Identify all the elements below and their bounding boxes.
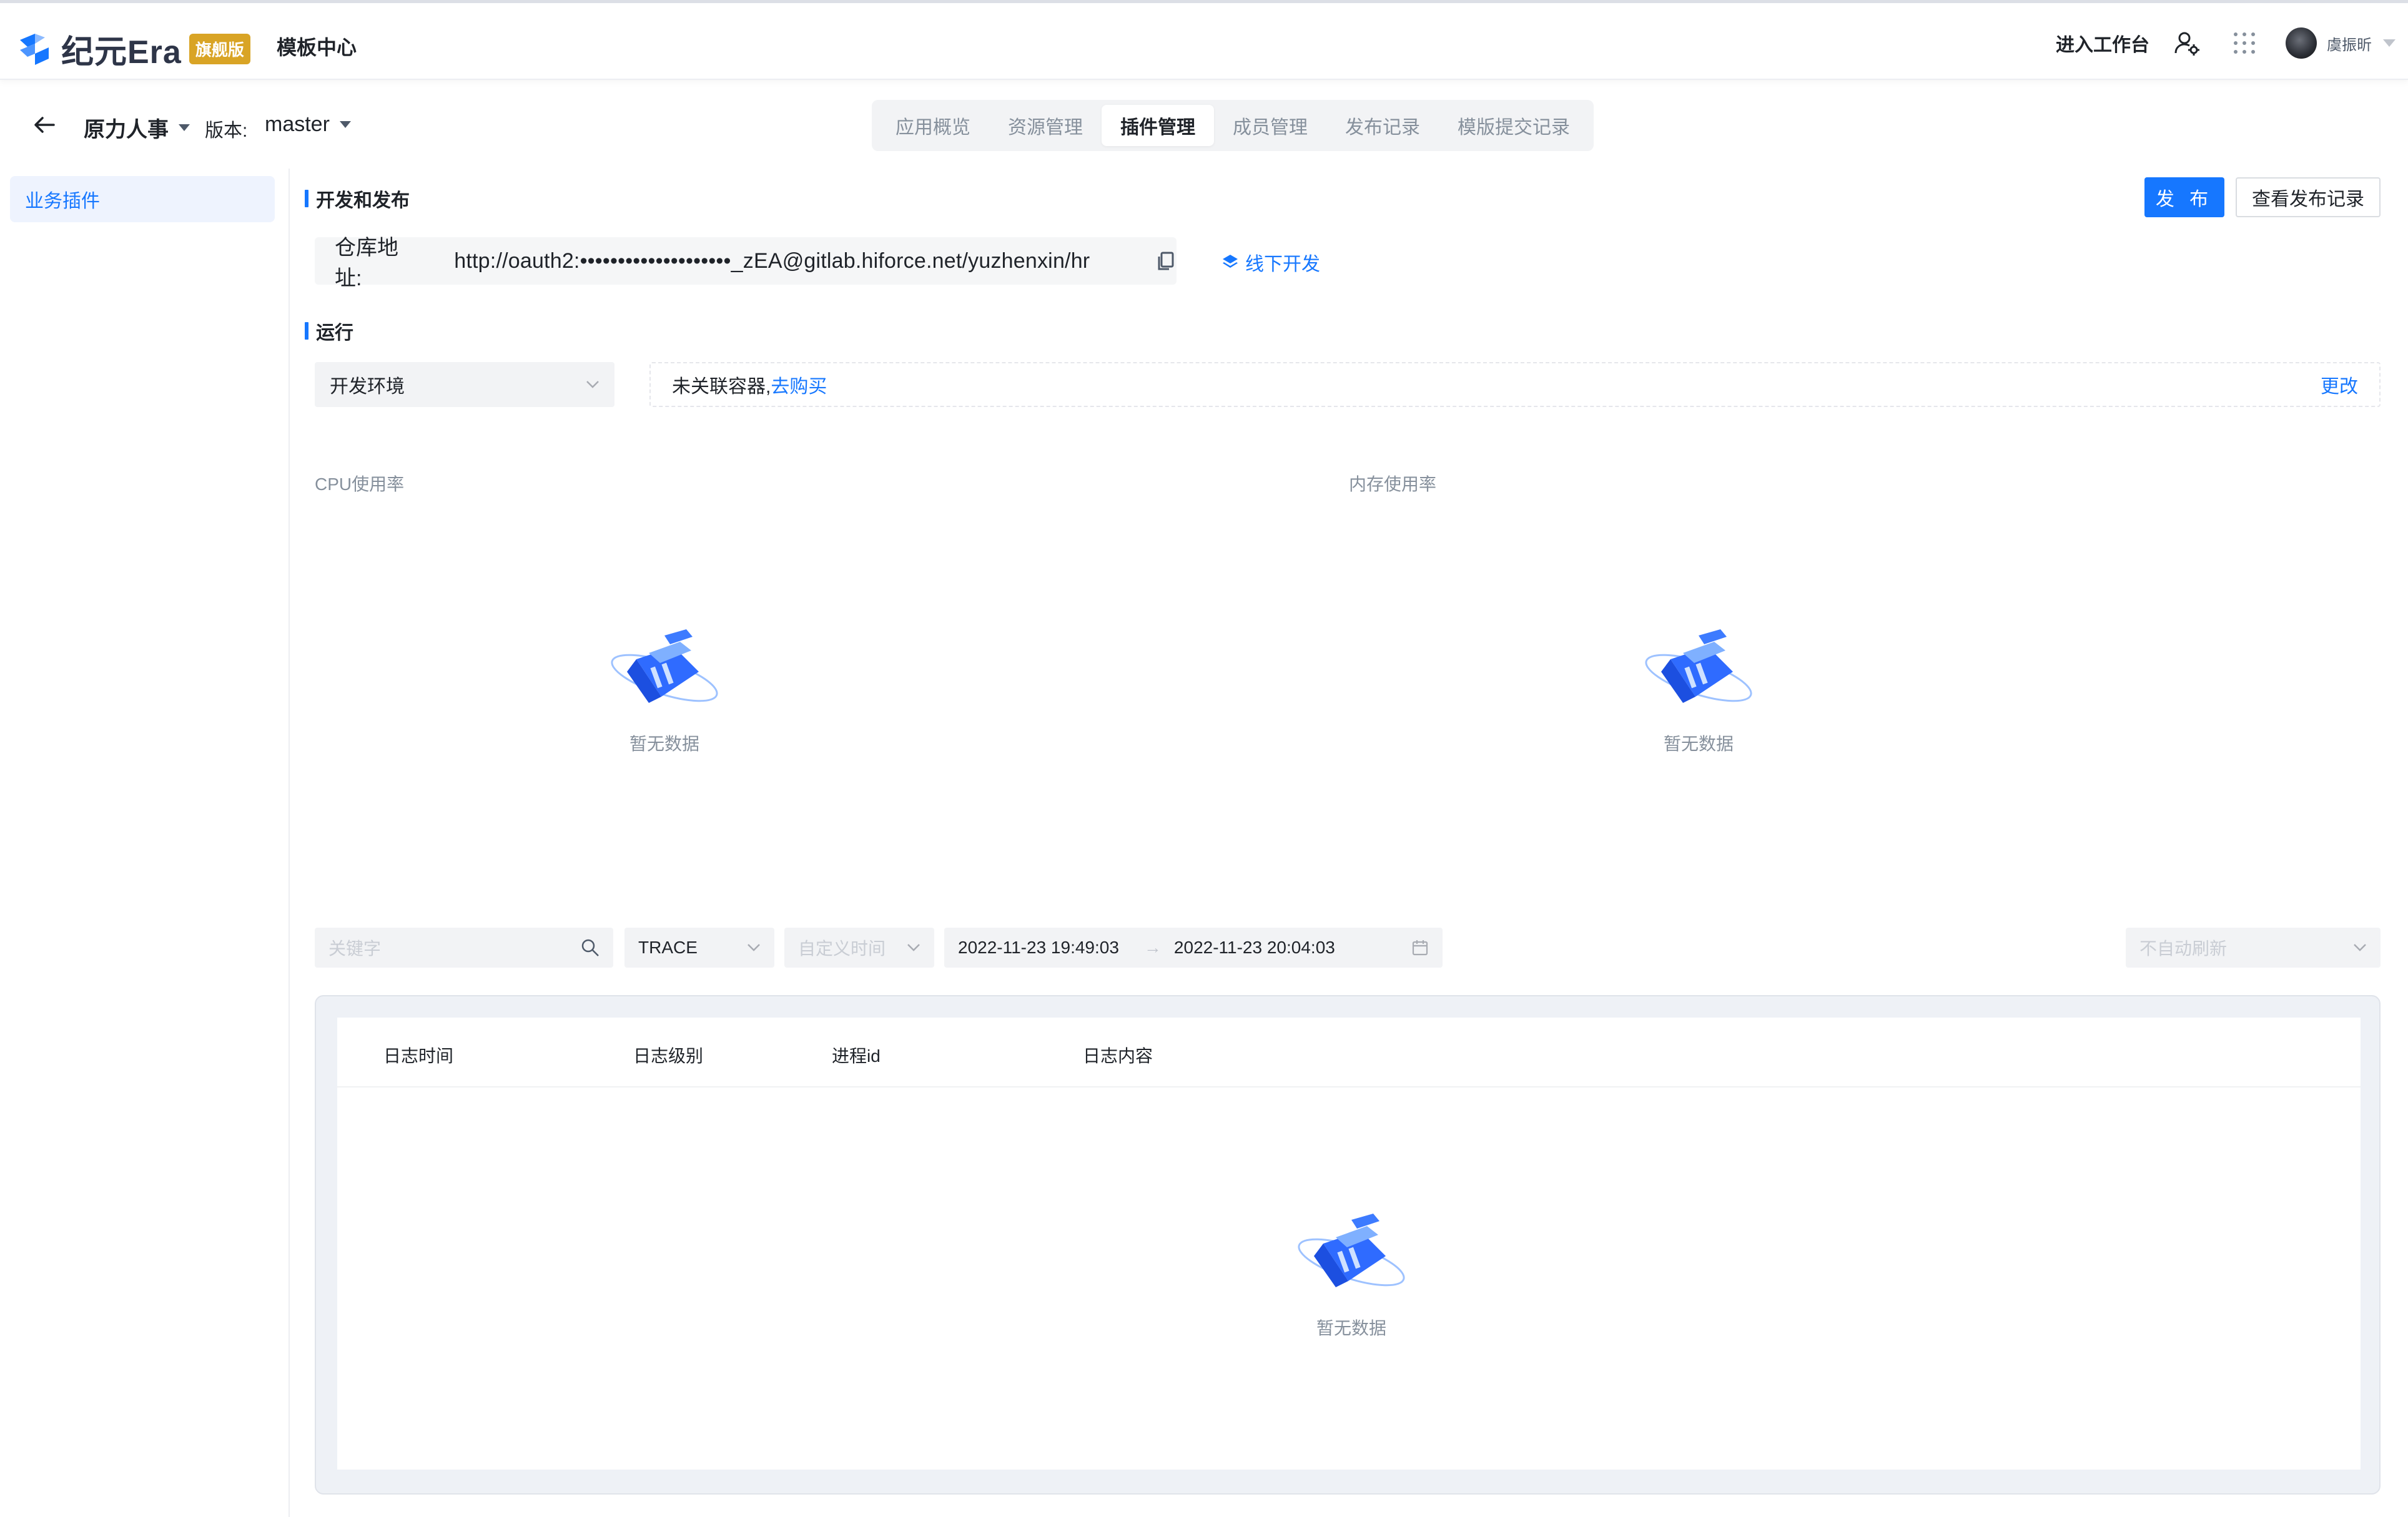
app-subheader: 原力人事 版本: master 应用概览 资源管理 插件管理 成员管理 发布记录… [0, 81, 2408, 169]
container-status-bar: 未关联容器, 去购买 更改 [649, 362, 2381, 407]
avatar[interactable] [2286, 27, 2317, 59]
cpu-empty-state: 暂无数据 [590, 628, 739, 755]
page-title[interactable]: 模板中心 [277, 32, 357, 61]
offline-dev-label: 线下开发 [1245, 254, 1320, 275]
keyword-placeholder: 关键字 [328, 939, 382, 958]
memory-empty-text: 暂无数据 [1663, 734, 1734, 754]
memory-chart-label: 内存使用率 [1349, 474, 1437, 494]
user-name[interactable]: 虞振昕 [2327, 32, 2372, 54]
view-release-history-button[interactable]: 查看发布记录 [2236, 177, 2381, 217]
app-chevron-down-icon [179, 124, 190, 131]
version-selector[interactable]: master [265, 112, 351, 137]
offline-dev-link[interactable]: 线下开发 [1221, 248, 1320, 276]
buy-container-link[interactable]: 去购买 [771, 371, 827, 398]
app-name: 原力人事 [84, 118, 169, 142]
time-mode-select[interactable]: 自定义时间 [784, 928, 934, 968]
brand-logo[interactable]: 纪元Era 旗舰版 [16, 26, 250, 72]
log-empty-state: 暂无数据 [1276, 1212, 1426, 1340]
edition-badge: 旗舰版 [189, 34, 250, 64]
search-icon[interactable] [581, 938, 600, 957]
tab-resource-management[interactable]: 资源管理 [989, 105, 1102, 146]
top-right-actions: 进入工作台 虞振昕 [2056, 27, 2396, 59]
chevron-down-icon [2354, 944, 2366, 951]
change-container-link[interactable]: 更改 [2321, 371, 2358, 398]
sidebar-item-business-plugins[interactable]: 业务插件 [10, 176, 275, 222]
empty-data-illustration-icon [1645, 629, 1752, 703]
version-value: master [265, 112, 330, 136]
repo-url[interactable]: http://oauth2:••••••••••••••••••••_zEA@g… [454, 249, 1140, 273]
version-label: 版本: [205, 120, 248, 141]
sidebar: 业务插件 [0, 169, 290, 1517]
log-table-header: 日志时间 日志级别 进程id 日志内容 [337, 1018, 2361, 1087]
tab-app-overview[interactable]: 应用概览 [877, 105, 989, 146]
logo-mark-icon [20, 33, 49, 65]
top-navbar: 纪元Era 旗舰版 模板中心 进入工作台 虞振昕 [0, 0, 2408, 80]
container-status-text: 未关联容器, [672, 376, 771, 397]
back-arrow-icon[interactable] [31, 111, 59, 139]
log-level-value: TRACE [638, 938, 698, 957]
dev-section-title: 开发和发布 [305, 185, 410, 212]
time-range-picker[interactable]: 2022-11-23 19:49:03 → 2022-11-23 20:04:0… [944, 928, 1443, 968]
repo-label: 仓库地址: [335, 236, 398, 290]
range-arrow: → [1143, 938, 1162, 957]
version-chevron-down-icon [339, 121, 351, 128]
environment-select[interactable]: 开发环境 [315, 362, 614, 407]
time-mode-placeholder: 自定义时间 [798, 939, 886, 958]
chevron-down-icon [748, 944, 760, 951]
auto-refresh-select[interactable]: 不自动刷新 [2126, 928, 2381, 968]
cpu-chart-label: CPU使用率 [315, 474, 405, 494]
user-settings-icon[interactable] [2171, 27, 2203, 59]
log-table: 日志时间 日志级别 进程id 日志内容 暂无数据 [337, 1018, 2361, 1470]
copy-icon[interactable] [1155, 250, 1177, 272]
log-level-select[interactable]: TRACE [624, 928, 774, 968]
start-time-value[interactable]: 2022-11-23 19:49:03 [958, 938, 1119, 958]
tab-plugin-management[interactable]: 插件管理 [1102, 105, 1214, 146]
column-process-id: 进程id [832, 1046, 881, 1066]
enter-workspace-link[interactable]: 进入工作台 [2056, 29, 2149, 57]
column-log-content: 日志内容 [1083, 1046, 1153, 1066]
chevron-down-icon [586, 381, 599, 388]
environment-value: 开发环境 [330, 376, 405, 397]
empty-data-illustration-icon [1298, 1214, 1405, 1287]
column-log-level: 日志级别 [633, 1046, 704, 1066]
calendar-icon [1412, 940, 1428, 956]
tab-template-submissions[interactable]: 模版提交记录 [1439, 105, 1589, 146]
log-table-panel: 日志时间 日志级别 进程id 日志内容 暂无数据 [315, 995, 2381, 1495]
publish-button[interactable]: 发 布 [2144, 177, 2224, 217]
apps-grid-icon[interactable] [2228, 27, 2261, 59]
app-tabs: 应用概览 资源管理 插件管理 成员管理 发布记录 模版提交记录 [872, 100, 1594, 151]
empty-data-illustration-icon [611, 629, 718, 703]
layers-icon [1223, 255, 1238, 268]
chevron-down-icon [907, 944, 920, 951]
keyword-search-input[interactable]: 关键字 [315, 928, 613, 968]
end-time-value[interactable]: 2022-11-23 20:04:03 [1174, 938, 1335, 958]
cpu-empty-text: 暂无数据 [629, 734, 699, 754]
tab-member-management[interactable]: 成员管理 [1214, 105, 1326, 146]
brand-name: 纪元Era [61, 34, 182, 71]
run-section-title: 运行 [305, 317, 353, 345]
tab-release-records[interactable]: 发布记录 [1326, 105, 1439, 146]
log-empty-text: 暂无数据 [1316, 1318, 1386, 1338]
column-log-time: 日志时间 [383, 1046, 454, 1066]
repo-address-box: 仓库地址: http://oauth2:••••••••••••••••••••… [315, 236, 1177, 290]
memory-empty-state: 暂无数据 [1624, 628, 1774, 755]
app-selector[interactable]: 原力人事 [84, 112, 190, 143]
auto-refresh-placeholder: 不自动刷新 [2139, 939, 2228, 958]
user-menu-chevron-icon[interactable] [2383, 39, 2396, 47]
